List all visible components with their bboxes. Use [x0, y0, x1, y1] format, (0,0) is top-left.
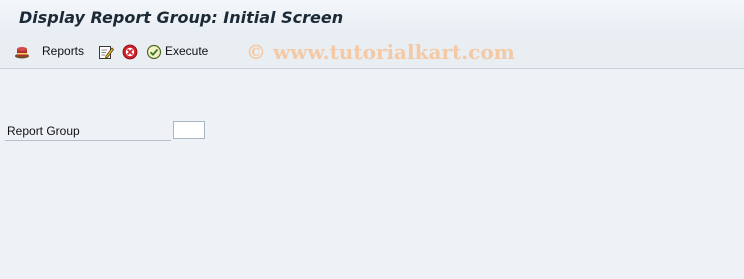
selection-screen: Report Group [0, 69, 744, 279]
edit-icon[interactable] [98, 44, 115, 60]
execute-button[interactable]: Execute [165, 44, 208, 58]
reports-button[interactable]: Reports [42, 44, 84, 58]
reports-icon[interactable] [14, 44, 30, 60]
watermark-text: © www.tutorialkart.com [246, 40, 515, 64]
title-bar: Display Report Group: Initial Screen [0, 0, 744, 37]
label-underline [5, 140, 171, 141]
delete-icon[interactable] [122, 44, 138, 60]
page-title: Display Report Group: Initial Screen [19, 8, 344, 27]
report-group-label: Report Group [7, 124, 80, 138]
application-toolbar: Reports Execute © www.tutorialkart.com [0, 36, 744, 69]
execute-icon[interactable] [146, 44, 162, 60]
sap-window: Display Report Group: Initial Screen Rep… [0, 0, 744, 279]
report-group-input[interactable] [173, 121, 205, 139]
